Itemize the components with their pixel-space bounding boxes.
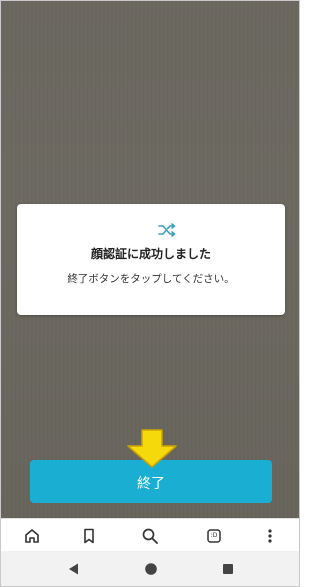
finish-button-label: 終了	[137, 475, 165, 491]
system-navigation-bar	[1, 551, 299, 586]
back-icon[interactable]	[67, 562, 81, 576]
dialog-message: 終了ボタンをタップしてください。	[67, 273, 235, 285]
down-arrow-icon	[125, 429, 179, 469]
recents-icon[interactable]	[221, 562, 235, 576]
tabs-icon[interactable]: :D	[205, 527, 223, 545]
search-icon[interactable]	[141, 527, 159, 545]
bookmark-icon[interactable]	[80, 527, 98, 545]
tabs-count: :D	[210, 532, 218, 539]
home-icon[interactable]	[23, 527, 41, 545]
phone-screen: 顔認証に成功しました 終了ボタンをタップしてください。 終了:D	[0, 0, 300, 587]
browser-toolbar: :D	[1, 518, 299, 552]
home-circle-icon[interactable]	[144, 562, 158, 576]
shuffle-icon	[158, 222, 176, 238]
dialog-title: 顔認証に成功しました	[90, 247, 211, 261]
more-vert-icon[interactable]	[261, 527, 279, 545]
